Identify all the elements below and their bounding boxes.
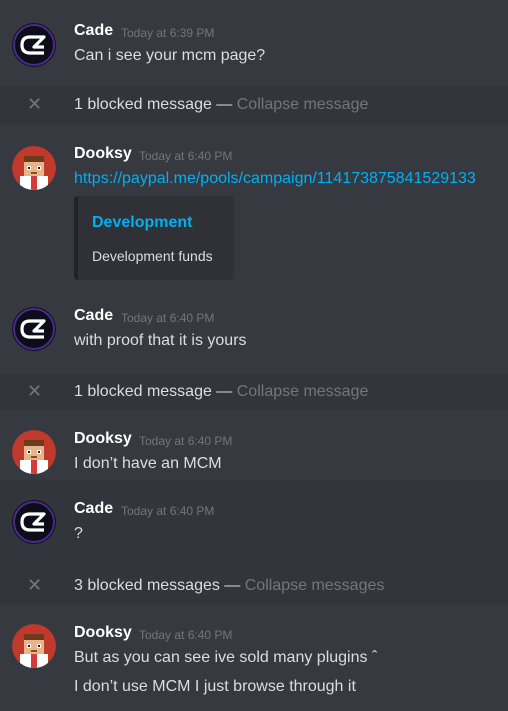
link-embed: Development Development funds — [74, 196, 234, 280]
embed-description: Development funds — [92, 248, 213, 264]
author-name[interactable]: Cade — [74, 500, 113, 518]
blocked-count: 1 blocked message — [74, 383, 212, 400]
close-icon[interactable]: ✕ — [27, 575, 42, 596]
embed-title[interactable]: Development — [92, 214, 192, 232]
cade-logo-icon — [12, 23, 56, 67]
dooksy-pixel-avatar-icon — [12, 624, 56, 668]
dooksy-avatar[interactable] — [12, 624, 56, 668]
author-name[interactable]: Cade — [74, 22, 113, 40]
cade-avatar[interactable] — [12, 307, 56, 351]
paypal-link[interactable]: https://paypal.me/pools/campaign/1141738… — [74, 170, 476, 188]
timestamp: Today at 6:40 PM — [139, 434, 233, 448]
cade-avatar[interactable] — [12, 23, 56, 67]
close-icon[interactable]: ✕ — [27, 381, 42, 402]
dooksy-avatar[interactable] — [12, 146, 56, 190]
timestamp: Today at 6:40 PM — [121, 504, 215, 518]
message-group-cade-1: Cade Today at 6:39 PM Can i see your mcm… — [0, 0, 508, 86]
collapse-link[interactable]: Collapse messages — [245, 577, 385, 594]
blocked-messages-row: ✕ 3 blocked messages — Collapse messages — [0, 568, 508, 604]
message-text: Can i see your mcm page? — [74, 47, 266, 64]
separator: — — [219, 577, 245, 594]
message-text: I don’t use MCM I just browse through it — [74, 678, 356, 695]
separator: — — [211, 383, 237, 400]
timestamp: Today at 6:40 PM — [121, 311, 215, 325]
blocked-label: 1 blocked message — Collapse message — [74, 383, 368, 401]
message-group-dooksy-1: Dooksy Today at 6:40 PM https://paypal.m… — [0, 124, 508, 284]
timestamp: Today at 6:39 PM — [121, 26, 215, 40]
message-text: ? — [74, 525, 83, 542]
message-group-cade-3: Cade Today at 6:40 PM ? — [0, 480, 508, 568]
dooksy-pixel-avatar-icon — [12, 146, 56, 190]
author-name[interactable]: Dooksy — [74, 145, 132, 163]
close-icon[interactable]: ✕ — [27, 94, 42, 115]
cade-logo-icon — [12, 307, 56, 351]
separator: — — [211, 96, 237, 113]
blocked-messages-row: ✕ 1 blocked message — Collapse message — [0, 374, 508, 410]
message-group-dooksy-2: Dooksy Today at 6:40 PM I don’t have an … — [0, 410, 508, 480]
blocked-label: 1 blocked message — Collapse message — [74, 96, 368, 114]
blocked-label: 3 blocked messages — Collapse messages — [74, 577, 384, 595]
collapse-link[interactable]: Collapse message — [237, 96, 369, 113]
timestamp: Today at 6:40 PM — [139, 149, 233, 163]
dooksy-avatar[interactable] — [12, 430, 56, 474]
author-name[interactable]: Cade — [74, 307, 113, 325]
blocked-count: 3 blocked messages — [74, 577, 220, 594]
cade-logo-icon — [12, 500, 56, 544]
message-group-dooksy-3: Dooksy Today at 6:40 PM But as you can s… — [0, 604, 508, 711]
dooksy-pixel-avatar-icon — [12, 430, 56, 474]
blocked-count: 1 blocked message — [74, 96, 212, 113]
message-text: But as you can see ive sold many plugins… — [74, 649, 378, 666]
collapse-link[interactable]: Collapse message — [237, 383, 369, 400]
message-group-cade-2: Cade Today at 6:40 PM with proof that it… — [0, 284, 508, 374]
timestamp: Today at 6:40 PM — [139, 628, 233, 642]
author-name[interactable]: Dooksy — [74, 624, 132, 642]
message-text: I don’t have an MCM — [74, 455, 222, 472]
message-text: with proof that it is yours — [74, 332, 247, 349]
author-name[interactable]: Dooksy — [74, 430, 132, 448]
cade-avatar[interactable] — [12, 500, 56, 544]
blocked-messages-row: ✕ 1 blocked message — Collapse message — [0, 86, 508, 124]
